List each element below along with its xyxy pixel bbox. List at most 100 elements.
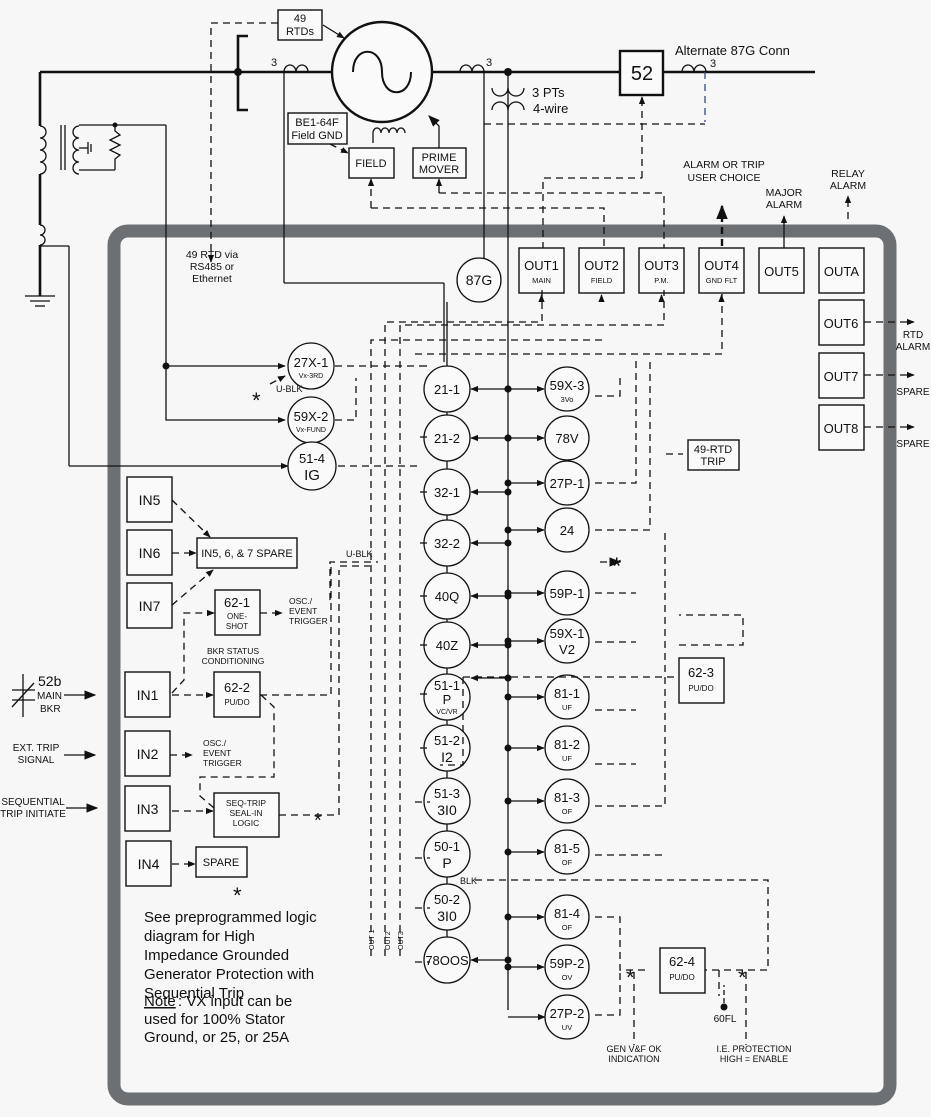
- function-24: 24: [544, 507, 590, 553]
- output-out3: OUT3 P.M.: [638, 247, 685, 294]
- bkr-status-label: BKR STATUS: [207, 646, 259, 656]
- field-label: FIELD: [355, 158, 386, 170]
- osc1-label: OSC./: [289, 596, 313, 606]
- function-label: 40Q: [435, 589, 460, 604]
- alarm-or-trip-label: ALARM OR TRIP: [683, 159, 765, 171]
- function-label: 81-1: [554, 686, 580, 701]
- function-sub: I2: [441, 749, 453, 765]
- function-sub: OF: [562, 858, 573, 867]
- bus-node: [504, 744, 512, 752]
- function-81-5: 81-5 OF: [544, 829, 590, 875]
- function-sub: IG: [304, 467, 320, 484]
- side-output-out8: OUT8 SPARE: [818, 404, 930, 451]
- ct-count-mid: 3: [486, 57, 492, 69]
- function-81-1: 81-1 UF: [544, 674, 590, 720]
- block-62-1-sub-2: SHOT: [226, 622, 248, 631]
- function-label: 21-1: [434, 382, 460, 397]
- main-bkr-label-2: MAIN: [37, 691, 62, 702]
- asterisk-1: *: [252, 388, 261, 413]
- function-40q: 40Q: [423, 572, 471, 620]
- output-out1: OUT1 MAIN: [518, 247, 565, 294]
- u-blk-label-2: U-BLK: [346, 549, 373, 559]
- function-sub: V2: [559, 642, 575, 657]
- rtd-via-label: 49 RTD via: [186, 249, 238, 261]
- input-label: IN4: [138, 856, 160, 872]
- bus-node: [504, 637, 512, 645]
- bus-node: [504, 693, 512, 701]
- output-label: OUT8: [824, 421, 859, 436]
- notes-block: See preprogrammed logic diagram for High I…: [144, 909, 317, 1046]
- block-62-4-sub: PU/DO: [669, 973, 694, 982]
- output-label: OUT4: [704, 258, 739, 273]
- function-label: 24: [560, 523, 574, 538]
- bus-node: [504, 385, 512, 393]
- function-50-2: 50-23I0: [423, 883, 471, 931]
- ext-trip-label: EXT. TRIP: [13, 743, 60, 754]
- function-label: 40Z: [436, 638, 458, 653]
- ie-prot-label: I.E. PROTECTION: [716, 1044, 791, 1054]
- protection-logic-diagram: 49 RTDs BE1-64F Field GND FIELD PRIME MO…: [0, 9, 930, 1106]
- output-out4: OUT4 GND FLT: [698, 247, 745, 294]
- output-out5: OUT5: [758, 247, 805, 294]
- block-62-4-label: 62-4: [669, 954, 695, 969]
- block-62-3-label: 62-3: [688, 665, 714, 680]
- output-sub: FIELD: [591, 276, 613, 285]
- bkr-status-label-2: CONDITIONING: [202, 656, 265, 666]
- rtd-via-label-3: Ethernet: [192, 273, 232, 285]
- function-sub2: VC/VR: [436, 709, 457, 716]
- input-in3: IN3: [124, 785, 171, 832]
- function-label: 81-3: [554, 790, 580, 805]
- function-78v: 78V: [544, 415, 590, 461]
- bus-node: [504, 539, 512, 547]
- function-sub: P: [442, 855, 451, 871]
- ext-trip-label-2: SIGNAL: [18, 755, 55, 766]
- function-label: 59X-2: [294, 409, 329, 424]
- input-label: IN6: [139, 545, 161, 561]
- input-label: IN2: [137, 746, 159, 762]
- function-sub: P: [443, 692, 452, 707]
- output-out2: OUT2 FIELD: [578, 247, 625, 294]
- note-line: : VX input can be: [178, 993, 292, 1010]
- function-label: 81-2: [554, 737, 580, 752]
- side-output-out7: OUT7 SPARE: [818, 352, 930, 399]
- input-label: IN5: [139, 492, 161, 508]
- ct-count-right: 3: [710, 58, 716, 70]
- bus-node: [504, 434, 512, 442]
- function-81-3: 81-3 OF: [544, 778, 590, 824]
- input-in1: IN1: [124, 671, 171, 718]
- function-sub: 3I0: [437, 802, 457, 818]
- input-in2: IN2: [124, 730, 171, 777]
- 60fl-label: 60FL: [714, 1014, 737, 1025]
- rtd49-trip-label: 49-RTD: [694, 444, 732, 456]
- major-alarm-label: MAJOR: [766, 187, 803, 199]
- function-27x-1: 27X-1 Vx-3RD: [287, 342, 335, 390]
- function-label: 32-1: [434, 485, 460, 500]
- note-label: Note: [144, 993, 176, 1010]
- note-line: Impedance Grounded: [144, 947, 289, 964]
- main-bkr-contact: [11, 674, 35, 717]
- bus-node: [504, 956, 512, 964]
- alt-87g-label: Alternate 87G Conn: [675, 43, 790, 58]
- seq-trip-input-label-2: TRIP INITIATE: [0, 809, 66, 820]
- function-87g: 87G: [456, 257, 502, 303]
- input-label: IN1: [137, 687, 159, 703]
- seq-trip-label-3: LOGIC: [233, 818, 259, 828]
- rtd49-label: 49: [294, 13, 306, 25]
- prime-mover-label-2: MOVER: [419, 164, 459, 176]
- output-dest: SPARE: [896, 387, 929, 398]
- output-label: OUT2: [584, 258, 619, 273]
- output-outa: OUTA: [818, 247, 865, 294]
- osc2-label: OSC./: [203, 738, 227, 748]
- be164f-label: BE1-64F: [295, 117, 339, 129]
- input-in7: IN7: [126, 582, 173, 629]
- bus-node: [504, 488, 512, 496]
- function-50-1: 50-1P: [423, 830, 471, 878]
- spare-label: SPARE: [203, 857, 239, 869]
- osc1-label-3: TRIGGER: [289, 616, 328, 626]
- prime-mover-label: PRIME: [422, 152, 457, 164]
- seq-trip-label-2: SEAL-IN: [229, 808, 262, 818]
- function-51-3: 51-33I0: [423, 777, 471, 825]
- block-62-2-sub: PU/DO: [224, 698, 249, 707]
- out1-tag: OUT 1: [369, 929, 376, 950]
- function-81-4: 81-4 OF: [544, 894, 590, 940]
